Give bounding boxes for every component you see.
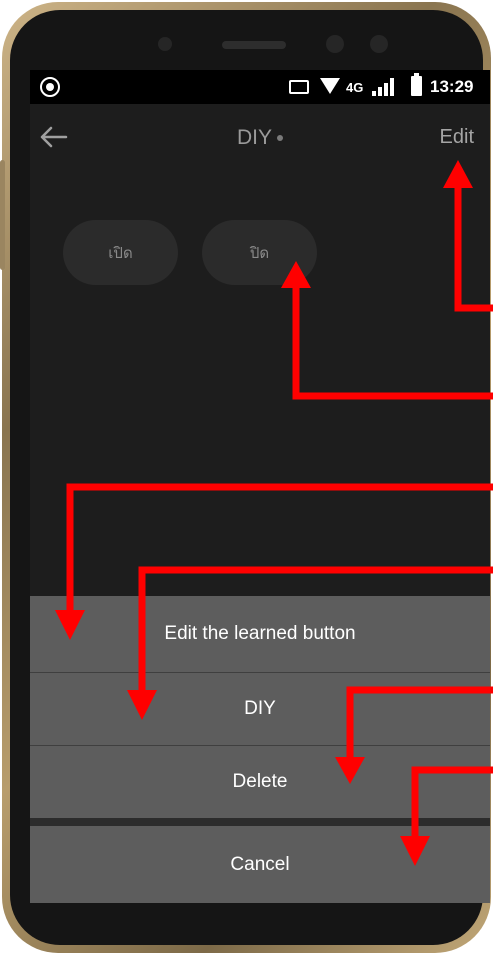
camera-icon <box>40 77 60 97</box>
status-bar: 4G 13:29 <box>30 70 490 104</box>
status-dot-icon <box>277 135 283 142</box>
earpiece-speaker <box>222 41 286 49</box>
delete-option[interactable]: Delete <box>30 746 490 818</box>
edit-button[interactable]: Edit <box>440 126 474 149</box>
app-bar: DIY Edit <box>30 104 490 174</box>
action-sheet: Edit the learned button DIY Delete Cance… <box>30 596 490 903</box>
proximity-sensor <box>370 35 388 53</box>
screen: 4G 13:29 DIY Edit เปิด ปิด Edit the lear… <box>30 70 490 903</box>
cast-icon <box>289 80 309 94</box>
signal-icon <box>372 78 394 96</box>
clock: 13:29 <box>430 77 474 96</box>
front-sensor <box>158 37 172 51</box>
front-camera <box>326 35 344 53</box>
battery-icon <box>411 73 422 96</box>
edit-learned-button-option[interactable]: Edit the learned button <box>30 596 490 672</box>
sheet-gap <box>30 818 490 826</box>
network-type: 4G <box>346 80 364 95</box>
side-button <box>0 160 5 270</box>
wifi-icon <box>320 78 340 94</box>
learned-button-off[interactable]: ปิด <box>202 220 317 285</box>
learned-button-on[interactable]: เปิด <box>63 220 178 285</box>
cancel-button[interactable]: Cancel <box>30 826 490 903</box>
page-title-text: DIY <box>236 126 272 149</box>
diy-option[interactable]: DIY <box>30 673 490 745</box>
page-title: DIY <box>30 126 490 150</box>
